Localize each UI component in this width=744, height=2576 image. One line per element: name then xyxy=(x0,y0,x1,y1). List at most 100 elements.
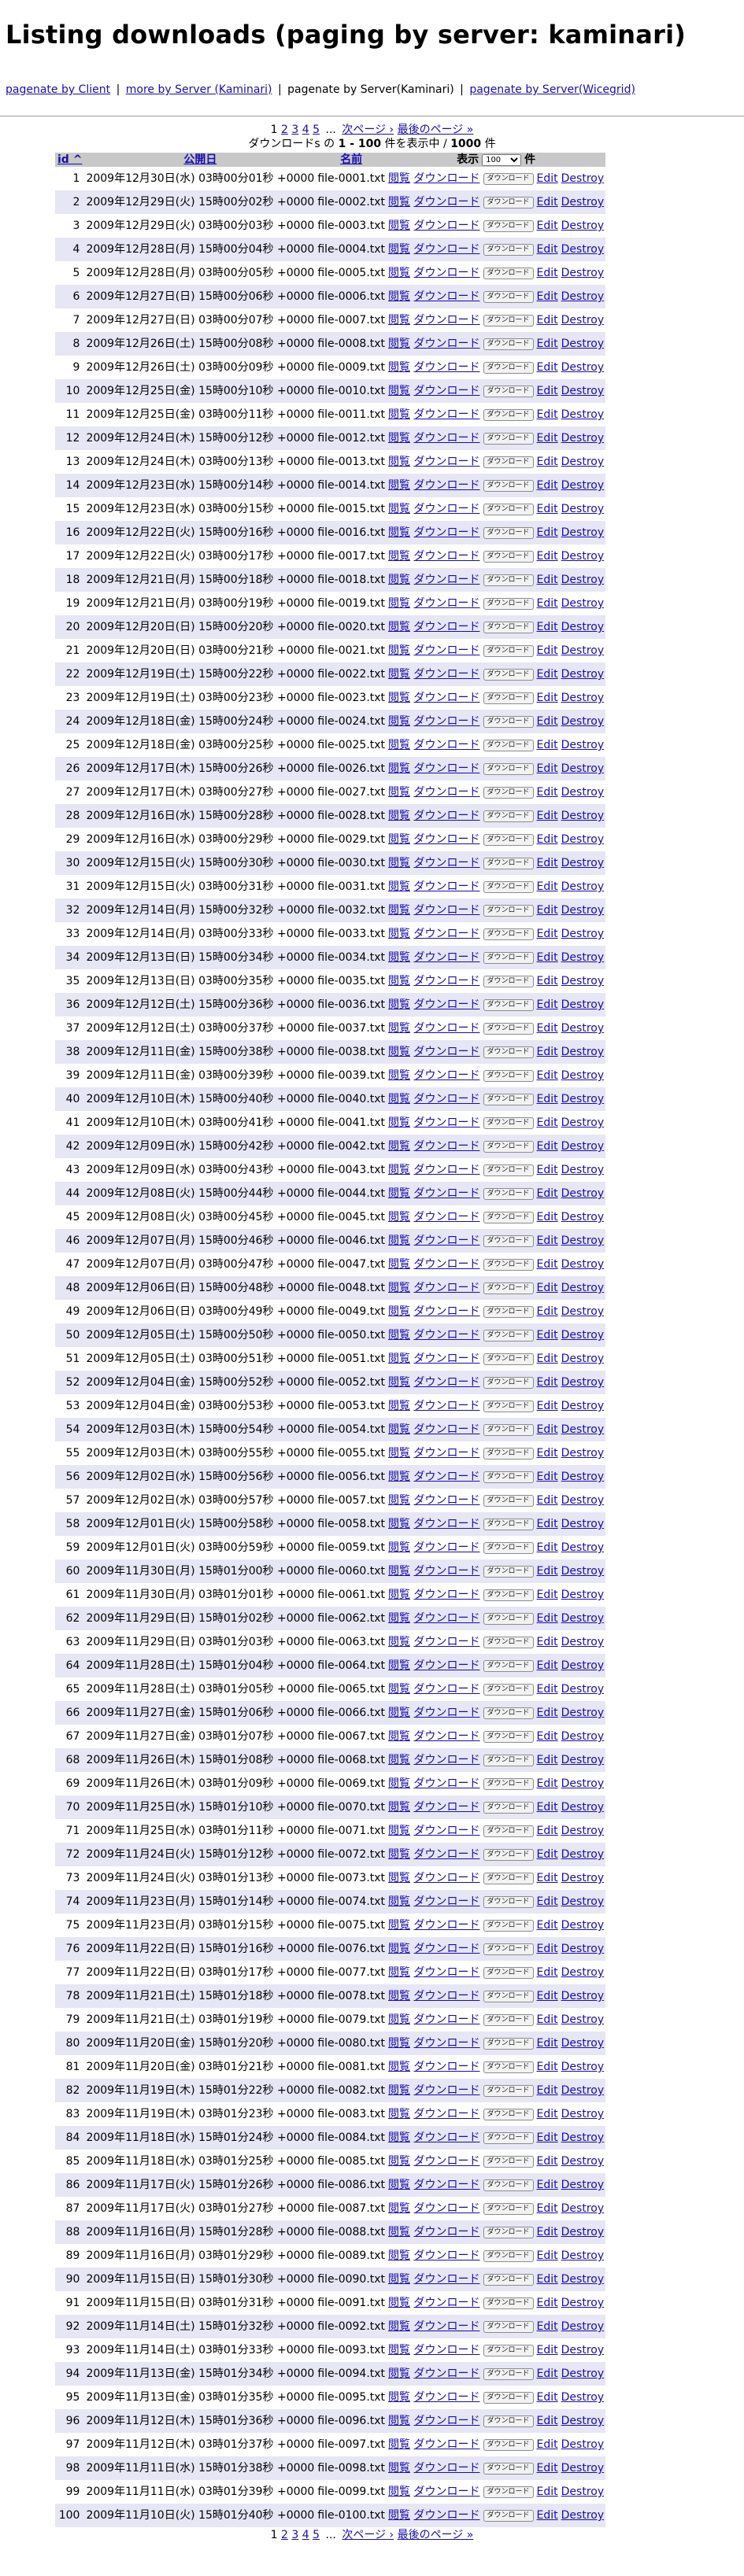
edit-link[interactable]: Edit xyxy=(537,1046,558,1058)
download-link[interactable]: ダウンロード xyxy=(414,526,480,539)
download-button[interactable]: ダウンロード xyxy=(483,314,534,327)
edit-link[interactable]: Edit xyxy=(537,1282,558,1294)
download-link[interactable]: ダウンロード xyxy=(414,2391,480,2404)
download-link[interactable]: ダウンロード xyxy=(414,2509,480,2522)
download-button[interactable]: ダウンロード xyxy=(483,290,534,303)
view-link[interactable]: 閲覧 xyxy=(388,2509,410,2522)
destroy-link[interactable]: Destroy xyxy=(561,2202,604,2215)
download-link[interactable]: ダウンロード xyxy=(414,833,480,846)
sort-by-name-link[interactable]: 名前 xyxy=(340,153,362,166)
edit-link[interactable]: Edit xyxy=(537,951,558,964)
view-link[interactable]: 閲覧 xyxy=(388,1825,410,1837)
edit-link[interactable]: Edit xyxy=(537,2344,558,2356)
destroy-link[interactable]: Destroy xyxy=(561,2438,604,2451)
view-link[interactable]: 閲覧 xyxy=(388,880,410,893)
download-link[interactable]: ダウンロード xyxy=(414,1919,480,1932)
edit-link[interactable]: Edit xyxy=(537,385,558,397)
download-link[interactable]: ダウンロード xyxy=(414,1140,480,1153)
download-button[interactable]: ダウンロード xyxy=(483,1895,534,1908)
download-link[interactable]: ダウンロード xyxy=(414,1872,480,1884)
view-link[interactable]: 閲覧 xyxy=(388,196,410,209)
download-link[interactable]: ダウンロード xyxy=(414,338,480,350)
view-link[interactable]: 閲覧 xyxy=(388,975,410,987)
col-id-header[interactable]: id ^ xyxy=(55,153,85,167)
view-link[interactable]: 閲覧 xyxy=(388,998,410,1011)
destroy-link[interactable]: Destroy xyxy=(561,1164,604,1176)
download-button[interactable]: ダウンロード xyxy=(483,2297,534,2309)
edit-link[interactable]: Edit xyxy=(537,2509,558,2522)
download-button[interactable]: ダウンロード xyxy=(483,172,534,185)
view-link[interactable]: 閲覧 xyxy=(388,2391,410,2404)
view-link[interactable]: 閲覧 xyxy=(388,503,410,515)
download-button[interactable]: ダウンロード xyxy=(483,1943,534,1955)
edit-link[interactable]: Edit xyxy=(537,172,558,185)
view-link[interactable]: 閲覧 xyxy=(388,810,410,822)
edit-link[interactable]: Edit xyxy=(537,1116,558,1129)
nav-link-more-kaminari[interactable]: more by Server (Kaminari) xyxy=(126,83,272,96)
edit-link[interactable]: Edit xyxy=(537,2226,558,2238)
destroy-link[interactable]: Destroy xyxy=(561,998,604,1011)
download-link[interactable]: ダウンロード xyxy=(414,290,480,303)
view-link[interactable]: 閲覧 xyxy=(388,2344,410,2356)
edit-link[interactable]: Edit xyxy=(537,1777,558,1790)
view-link[interactable]: 閲覧 xyxy=(388,1447,410,1460)
pager-page-2[interactable]: 2 xyxy=(281,2529,288,2541)
download-link[interactable]: ダウンロード xyxy=(414,904,480,917)
download-link[interactable]: ダウンロード xyxy=(414,1494,480,1507)
download-link[interactable]: ダウンロード xyxy=(414,408,480,421)
download-link[interactable]: ダウンロード xyxy=(414,2344,480,2356)
download-button[interactable]: ダウンロード xyxy=(483,1825,534,1837)
download-button[interactable]: ダウンロード xyxy=(483,1022,534,1035)
view-link[interactable]: 閲覧 xyxy=(388,2249,410,2262)
destroy-link[interactable]: Destroy xyxy=(561,1754,604,1766)
nav-link-wicegrid[interactable]: pagenate by Server(Wicegrid) xyxy=(469,83,635,96)
edit-link[interactable]: Edit xyxy=(537,267,558,279)
download-link[interactable]: ダウンロード xyxy=(414,1423,480,1436)
edit-link[interactable]: Edit xyxy=(537,2202,558,2215)
download-button[interactable]: ダウンロード xyxy=(483,267,534,279)
edit-link[interactable]: Edit xyxy=(537,2131,558,2144)
destroy-link[interactable]: Destroy xyxy=(561,1636,604,1648)
download-link[interactable]: ダウンロード xyxy=(414,2155,480,2168)
download-link[interactable]: ダウンロード xyxy=(414,1258,480,1271)
destroy-link[interactable]: Destroy xyxy=(561,715,604,728)
download-link[interactable]: ダウンロード xyxy=(414,267,480,279)
edit-link[interactable]: Edit xyxy=(537,1966,558,1979)
download-link[interactable]: ダウンロード xyxy=(414,1282,480,1294)
download-button[interactable]: ダウンロード xyxy=(483,1754,534,1766)
download-button[interactable]: ダウンロード xyxy=(483,503,534,515)
edit-link[interactable]: Edit xyxy=(537,644,558,657)
nav-link-client[interactable]: pagenate by Client xyxy=(6,83,110,96)
download-link[interactable]: ダウンロード xyxy=(414,621,480,633)
download-button[interactable]: ダウンロード xyxy=(483,2273,534,2286)
view-link[interactable]: 閲覧 xyxy=(388,1305,410,1318)
view-link[interactable]: 閲覧 xyxy=(388,408,410,421)
download-link[interactable]: ダウンロード xyxy=(414,574,480,586)
edit-link[interactable]: Edit xyxy=(537,1589,558,1601)
edit-link[interactable]: Edit xyxy=(537,1022,558,1035)
view-link[interactable]: 閲覧 xyxy=(388,2486,410,2498)
download-button[interactable]: ダウンロード xyxy=(483,1707,534,1719)
download-link[interactable]: ダウンロード xyxy=(414,385,480,397)
download-link[interactable]: ダウンロード xyxy=(414,1541,480,1554)
edit-link[interactable]: Edit xyxy=(537,2108,558,2120)
destroy-link[interactable]: Destroy xyxy=(561,1518,604,1530)
edit-link[interactable]: Edit xyxy=(537,1872,558,1884)
view-link[interactable]: 閲覧 xyxy=(388,2462,410,2475)
destroy-link[interactable]: Destroy xyxy=(561,267,604,279)
view-link[interactable]: 閲覧 xyxy=(388,739,410,751)
download-button[interactable]: ダウンロード xyxy=(483,692,534,704)
download-link[interactable]: ダウンロード xyxy=(414,1116,480,1129)
download-button[interactable]: ダウンロード xyxy=(483,1423,534,1436)
download-link[interactable]: ダウンロード xyxy=(414,2320,480,2333)
download-link[interactable]: ダウンロード xyxy=(414,550,480,563)
download-link[interactable]: ダウンロード xyxy=(414,172,480,185)
edit-link[interactable]: Edit xyxy=(537,2084,558,2097)
view-link[interactable]: 閲覧 xyxy=(388,1116,410,1129)
destroy-link[interactable]: Destroy xyxy=(561,1541,604,1554)
destroy-link[interactable]: Destroy xyxy=(561,1943,604,1955)
destroy-link[interactable]: Destroy xyxy=(561,338,604,350)
destroy-link[interactable]: Destroy xyxy=(561,2131,604,2144)
download-button[interactable]: ダウンロード xyxy=(483,2249,534,2262)
destroy-link[interactable]: Destroy xyxy=(561,1046,604,1058)
